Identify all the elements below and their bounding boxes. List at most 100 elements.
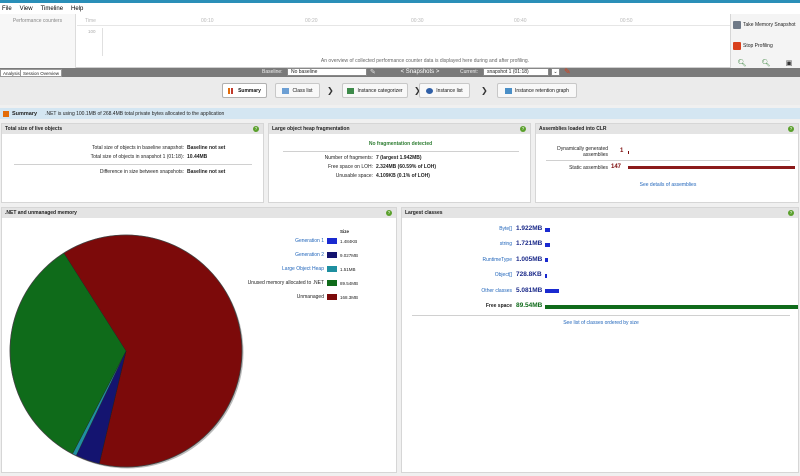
- menu-view[interactable]: View: [20, 6, 33, 12]
- scale-top-label: 100: [88, 29, 96, 34]
- fragments-label: Number of fragments:: [324, 155, 373, 161]
- legend-value: 9.027MB: [340, 252, 359, 258]
- stop-profiling-button[interactable]: Stop Profiling: [733, 42, 773, 50]
- time-tick: 00:50: [620, 18, 633, 24]
- time-tick: 00:20: [305, 18, 318, 24]
- instances-icon: [426, 87, 434, 94]
- unusable-value: 4.109KB (0.1% of LOH): [376, 173, 430, 179]
- zoom-out-icon[interactable]: 🔍︎: [762, 59, 771, 67]
- legend-value: 1.51MB: [340, 266, 356, 272]
- tab-session-overview[interactable]: Session Overview: [20, 69, 63, 77]
- chevron-right-icon: ❯: [481, 86, 488, 95]
- list-icon: [282, 87, 290, 94]
- legend-swatch: [327, 252, 337, 258]
- help-icon[interactable]: ?: [788, 126, 794, 132]
- class-size-bar: [545, 304, 798, 309]
- assemblies-details-link[interactable]: See details of assemblies: [536, 182, 800, 188]
- menu-file[interactable]: File: [2, 6, 12, 12]
- class-size-value: 1.721MB: [516, 240, 543, 248]
- menu-timeline[interactable]: Timeline: [41, 6, 63, 12]
- take-snapshot-label: Take Memory Snapshot: [743, 22, 796, 28]
- help-icon[interactable]: ?: [253, 126, 259, 132]
- instance-list-button[interactable]: Instance list: [419, 83, 470, 98]
- dynamic-assemblies-value: 1: [620, 148, 624, 154]
- instance-categorizer-label: Instance categorizer: [357, 87, 403, 94]
- difference-value: Baseline not set: [187, 169, 226, 175]
- help-icon[interactable]: ?: [520, 126, 526, 132]
- edit-current-icon[interactable]: ✎: [564, 67, 571, 76]
- dynamic-assemblies-label: Dynamically generated assemblies: [557, 146, 608, 158]
- classes-by-size-link[interactable]: See list of classes ordered by size: [402, 320, 800, 326]
- unusable-label: Unusable space:: [335, 173, 373, 179]
- largest-classes-panel: Largest classes ? Byte[] 1.922MB string 1.7…: [401, 207, 799, 473]
- stop-profiling-label: Stop Profiling: [743, 43, 773, 49]
- snapshot-size-value: 10.44MB: [187, 154, 208, 160]
- summary-button[interactable]: Summary: [222, 83, 267, 98]
- instance-categorizer-button[interactable]: Instance categorizer: [342, 83, 408, 98]
- summary-icon: [3, 110, 9, 117]
- class-name[interactable]: RuntimeType: [402, 257, 512, 263]
- baseline-label: Baseline:: [262, 69, 283, 75]
- class-size-value: 5.081MB: [516, 286, 543, 294]
- time-tick: 00:30: [411, 18, 424, 24]
- free-space-label: Free space on LOH:: [327, 164, 373, 170]
- divider: [283, 151, 519, 152]
- time-tick: 00:40: [514, 18, 527, 24]
- graph-axis: [102, 28, 103, 56]
- help-icon[interactable]: ?: [386, 210, 392, 216]
- legend-label[interactable]: Large Object Heap: [202, 266, 324, 272]
- menu-help[interactable]: Help: [71, 6, 83, 12]
- dynamic-assemblies-bar: [628, 151, 629, 154]
- baseline-size-label: Total size of objects in baseline snapsh…: [92, 145, 184, 151]
- retention-graph-icon: [505, 87, 513, 94]
- legend-label[interactable]: Generation 2: [202, 252, 324, 258]
- zoom-in-icon[interactable]: 🔍︎: [738, 59, 747, 67]
- instance-retention-graph-button[interactable]: Instance retention graph: [497, 83, 577, 98]
- stop-icon: [733, 42, 741, 50]
- class-size-bar: [545, 289, 560, 294]
- legend-value: 89.54MB: [340, 280, 359, 286]
- legend-swatch: [327, 238, 337, 244]
- snapshots-navigator[interactable]: < Snapshots >: [385, 69, 455, 75]
- net-unmanaged-memory-panel: .NET and unmanaged memory ? Size Generat…: [1, 207, 397, 473]
- class-name[interactable]: Object[]: [402, 272, 512, 278]
- take-memory-snapshot-button[interactable]: Take Memory Snapshot: [733, 21, 796, 29]
- class-list-button[interactable]: Class list: [275, 83, 320, 98]
- class-size-value: 1.005MB: [516, 255, 543, 263]
- size-header: Size: [340, 229, 350, 234]
- legend-label[interactable]: Generation 1: [202, 238, 324, 244]
- class-size-bar: [545, 258, 548, 263]
- help-icon[interactable]: ?: [788, 210, 794, 216]
- class-size-bar: [545, 227, 551, 232]
- legend-swatch: [327, 294, 337, 300]
- zoom-fit-icon[interactable]: ▣: [786, 59, 793, 67]
- class-name[interactable]: Other classes: [402, 288, 512, 294]
- loh-fragmentation-panel: Large object heap fragmentation ? No fra…: [268, 123, 531, 203]
- chevron-right-icon: ❯: [327, 86, 334, 95]
- summary-title: Summary: [12, 110, 38, 117]
- legend-swatch: [327, 280, 337, 286]
- camera-icon: [733, 21, 741, 29]
- assemblies-title: Assemblies loaded into CLR: [536, 124, 798, 134]
- difference-label: Difference in size between snapshots:: [99, 169, 184, 175]
- zoom-controls: 🔍︎ 🔍︎ ▣: [730, 58, 800, 67]
- class-size-value: 728.8KB: [516, 271, 542, 279]
- baseline-size-value: Baseline not set: [187, 145, 226, 151]
- class-size-value: 89.54MB: [516, 302, 543, 309]
- legend-value: 1.484KB: [340, 238, 358, 244]
- legend-label: Unused memory allocated to .NET: [247, 280, 324, 286]
- instance-list-label: Instance list: [436, 87, 463, 94]
- chevron-down-icon[interactable]: ⌄: [551, 68, 560, 76]
- current-label: Current:: [460, 69, 479, 75]
- class-name[interactable]: string: [402, 241, 512, 247]
- fragments-value: 7 (largest 1.942MB): [376, 155, 422, 161]
- class-list-label: Class list: [292, 87, 313, 94]
- class-size-value: 1.922MB: [516, 225, 543, 232]
- legend-swatch: [327, 266, 337, 272]
- menu-bar: File View Timeline Help: [0, 3, 800, 14]
- edit-baseline-icon[interactable]: ✎: [370, 68, 376, 76]
- class-name[interactable]: Byte[]: [402, 226, 512, 232]
- time-tick: Time: [85, 18, 96, 24]
- baseline-select[interactable]: No baseline: [287, 68, 367, 76]
- current-snapshot-select[interactable]: snapshot 1 (01:18): [483, 68, 549, 76]
